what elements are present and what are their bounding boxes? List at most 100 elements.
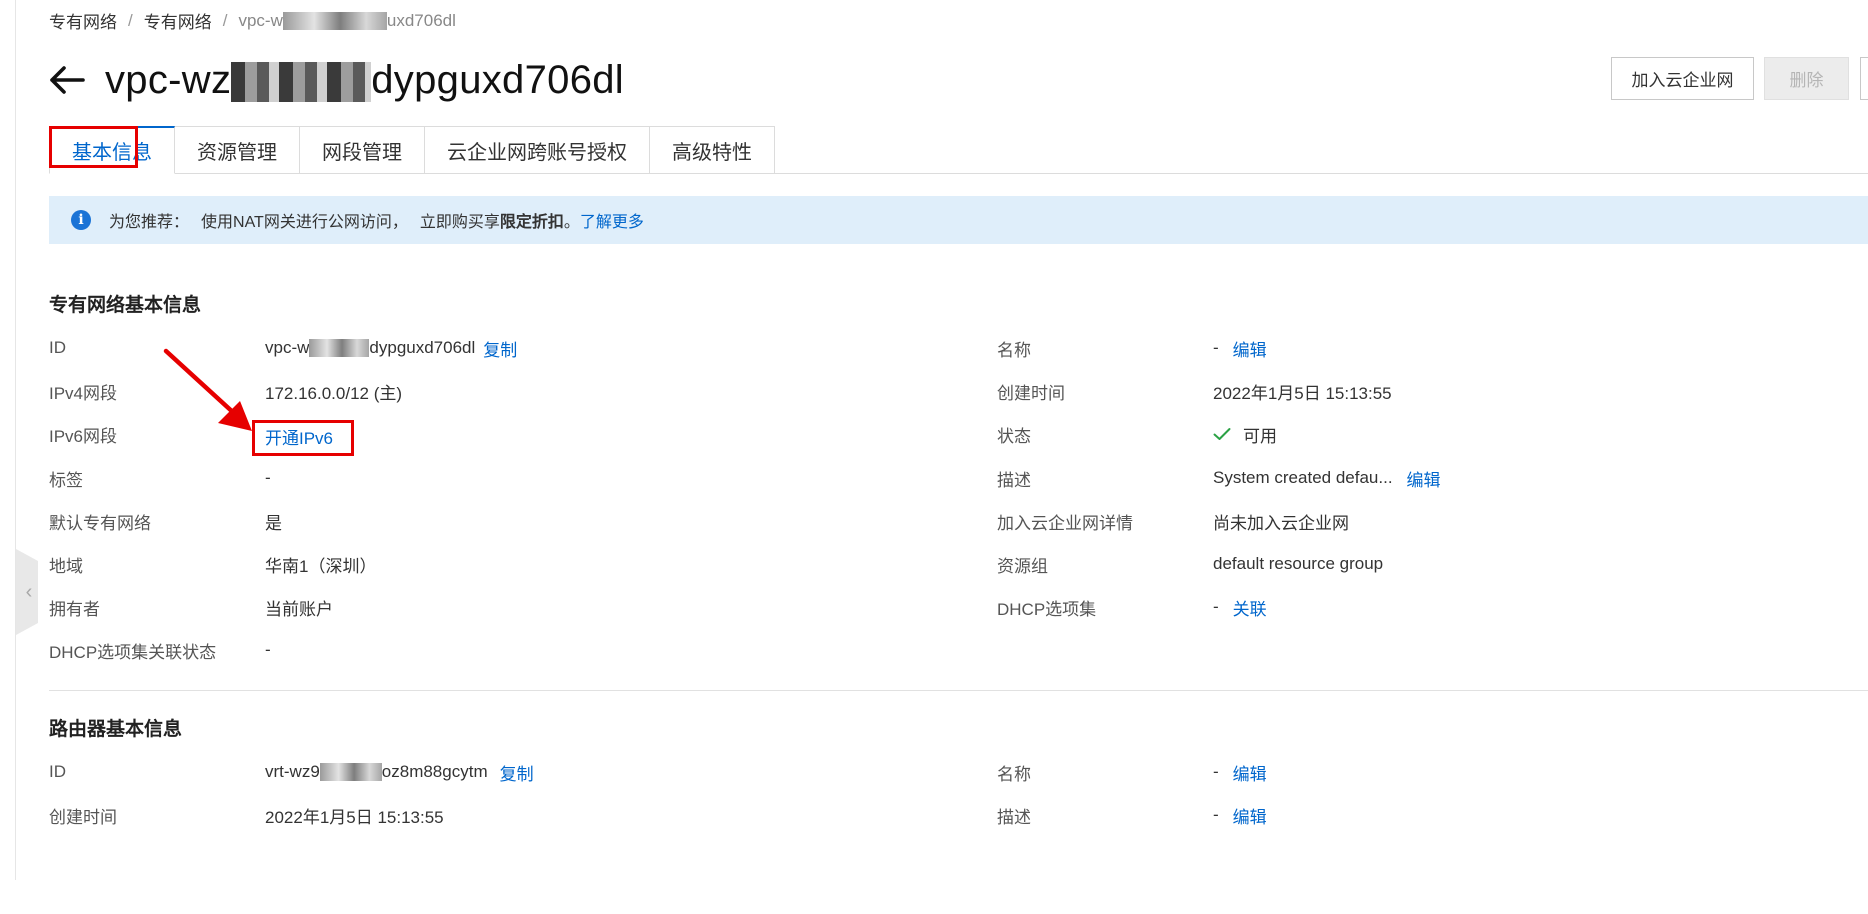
tabs-baseline	[744, 173, 1868, 174]
region-value-row: 华南1（深圳）	[265, 552, 376, 576]
ipv4-label-row: IPv4网段	[49, 379, 117, 403]
info-icon: i	[71, 210, 91, 230]
router-desc-value-row: - 编辑	[1213, 803, 1267, 827]
router-created-value: 2022年1月5日 15:13:55	[265, 807, 444, 827]
router-desc-label: 描述	[997, 807, 1031, 827]
created-label: 创建时间	[997, 383, 1065, 403]
page-title-end: dypguxd706dl	[371, 57, 624, 102]
tab-basic-info[interactable]: 基本信息	[49, 126, 175, 174]
learn-more-link[interactable]: 了解更多	[580, 208, 644, 232]
dhcp-label: DHCP选项集	[997, 599, 1097, 619]
router-desc-label-row: 描述	[997, 803, 1031, 827]
router-name-value-row: - 编辑	[1213, 760, 1267, 784]
notice-prefix: 为您推荐：	[109, 214, 190, 231]
region-value: 华南1（深圳）	[265, 556, 377, 576]
router-id-value-row: vrt-wz9 oz8m88gcytm 复制	[265, 760, 534, 784]
status-label-row: 状态	[997, 422, 1031, 446]
default-vpc-value: 是	[265, 513, 282, 533]
tab-cen-authorization[interactable]: 云企业网跨账号授权	[425, 126, 650, 174]
dhcp-value: -	[1213, 597, 1219, 616]
join-cen-button[interactable]: 加入云企业网	[1611, 57, 1754, 100]
vpc-id-label-row: ID	[49, 336, 66, 360]
check-icon	[1213, 428, 1231, 440]
tab-advanced-features[interactable]: 高级特性	[650, 126, 775, 174]
sidebar-collapse-handle[interactable]: ‹	[16, 549, 38, 635]
notice-text-2: 立即购买享	[419, 214, 500, 231]
breadcrumb-item-vpc[interactable]: 专有网络	[144, 8, 212, 33]
left-divider	[15, 0, 16, 880]
router-info-title: 路由器基本信息	[49, 719, 183, 740]
cen-value: 尚未加入云企业网	[1213, 513, 1349, 533]
owner-label: 拥有者	[49, 599, 100, 619]
status-value-row: 可用	[1213, 422, 1277, 446]
router-name-value: -	[1213, 762, 1219, 781]
router-id-end: oz8m88gcytm	[381, 762, 488, 781]
tab-cidr-management[interactable]: 网段管理	[300, 126, 425, 174]
dhcp-value-row: - 关联	[1213, 595, 1267, 619]
edit-router-name-link[interactable]: 编辑	[1233, 760, 1267, 785]
breadcrumb-separator: /	[128, 10, 133, 30]
breadcrumb-current-end: uxd706dl	[386, 10, 456, 30]
vpc-name-value-row: - 编辑	[1213, 336, 1267, 360]
vpc-name-label: 名称	[997, 340, 1031, 360]
owner-value: 当前账户	[265, 599, 333, 619]
dhcp-status-value-row: -	[265, 638, 271, 662]
router-id-start: vrt-wz9	[265, 762, 320, 781]
router-name-label: 名称	[997, 764, 1031, 784]
region-label-row: 地域	[49, 552, 83, 576]
desc-label-row: 描述	[997, 466, 1031, 490]
desc-value: System created defau...	[1213, 468, 1393, 487]
resource-group-label-row: 资源组	[997, 552, 1048, 576]
notice-bold: 限定折扣	[499, 214, 564, 231]
redacted-mask	[282, 12, 387, 31]
promo-notice: i 为您推荐： 使用NAT网关进行公网访问， 立即购买享 限定折扣。了解更多	[49, 196, 1868, 244]
breadcrumb-item-vpc-root[interactable]: 专有网络	[49, 8, 117, 33]
chevron-left-icon: ‹	[25, 580, 33, 603]
vpc-id-label: ID	[49, 338, 66, 357]
created-value: 2022年1月5日 15:13:55	[1213, 383, 1392, 403]
default-vpc-value-row: 是	[265, 509, 282, 533]
resource-group-value-row: default resource group	[1213, 552, 1383, 576]
title-row: vpc-wz dypguxd706dl	[49, 52, 624, 108]
edit-router-desc-link[interactable]: 编辑	[1233, 803, 1267, 828]
annotation-arrow-icon	[163, 348, 252, 431]
delete-button[interactable]: 删除	[1764, 57, 1849, 100]
created-label-row: 创建时间	[997, 379, 1065, 403]
cen-label: 加入云企业网详情	[997, 513, 1133, 533]
tag-label: 标签	[49, 470, 83, 490]
enable-ipv6-link[interactable]: 开通IPv6	[265, 424, 333, 449]
ipv4-label: IPv4网段	[49, 383, 118, 403]
resource-group-label: 资源组	[997, 556, 1048, 576]
back-arrow-icon[interactable]	[49, 65, 85, 95]
tab-resource-management[interactable]: 资源管理	[175, 126, 300, 174]
vpc-name-label-row: 名称	[997, 336, 1031, 360]
redacted-mask	[309, 339, 370, 357]
dhcp-label-row: DHCP选项集	[997, 595, 1096, 619]
vpc-id-start: vpc-w	[265, 338, 310, 357]
tab-bar: 基本信息 资源管理 网段管理 云企业网跨账号授权 高级特性	[49, 126, 775, 174]
associate-dhcp-link[interactable]: 关联	[1233, 595, 1267, 620]
router-created-label: 创建时间	[49, 807, 117, 827]
ipv4-value-row: 172.16.0.0/12 (主)	[265, 379, 402, 403]
more-button[interactable]	[1860, 57, 1868, 100]
tag-value-row: -	[265, 466, 271, 490]
vpc-id-end: dypguxd706dl	[369, 338, 476, 357]
vpc-info-title: 专有网络基本信息	[49, 295, 202, 316]
copy-router-id-link[interactable]: 复制	[500, 760, 534, 785]
page-title: vpc-wz dypguxd706dl	[105, 58, 624, 103]
copy-vpc-id-link[interactable]: 复制	[483, 336, 517, 361]
router-id-label-row: ID	[49, 760, 66, 784]
edit-vpc-name-link[interactable]: 编辑	[1233, 336, 1267, 361]
owner-label-row: 拥有者	[49, 595, 100, 619]
edit-desc-link[interactable]: 编辑	[1407, 466, 1441, 491]
dhcp-status-label-row: DHCP选项集关联状态	[49, 638, 216, 662]
status-value: 可用	[1243, 426, 1277, 446]
vpc-id-value-row: vpc-w dypguxd706dl 复制	[265, 336, 517, 360]
cen-value-row: 尚未加入云企业网	[1213, 509, 1349, 533]
default-vpc-label-row: 默认专有网络	[49, 509, 151, 533]
notice-text: 使用NAT网关进行公网访问，	[201, 214, 408, 231]
breadcrumb-current: vpc-w uxd706dl	[238, 10, 456, 31]
region-label: 地域	[49, 556, 83, 576]
tag-label-row: 标签	[49, 466, 83, 490]
breadcrumb-current-start: vpc-w	[238, 10, 283, 30]
